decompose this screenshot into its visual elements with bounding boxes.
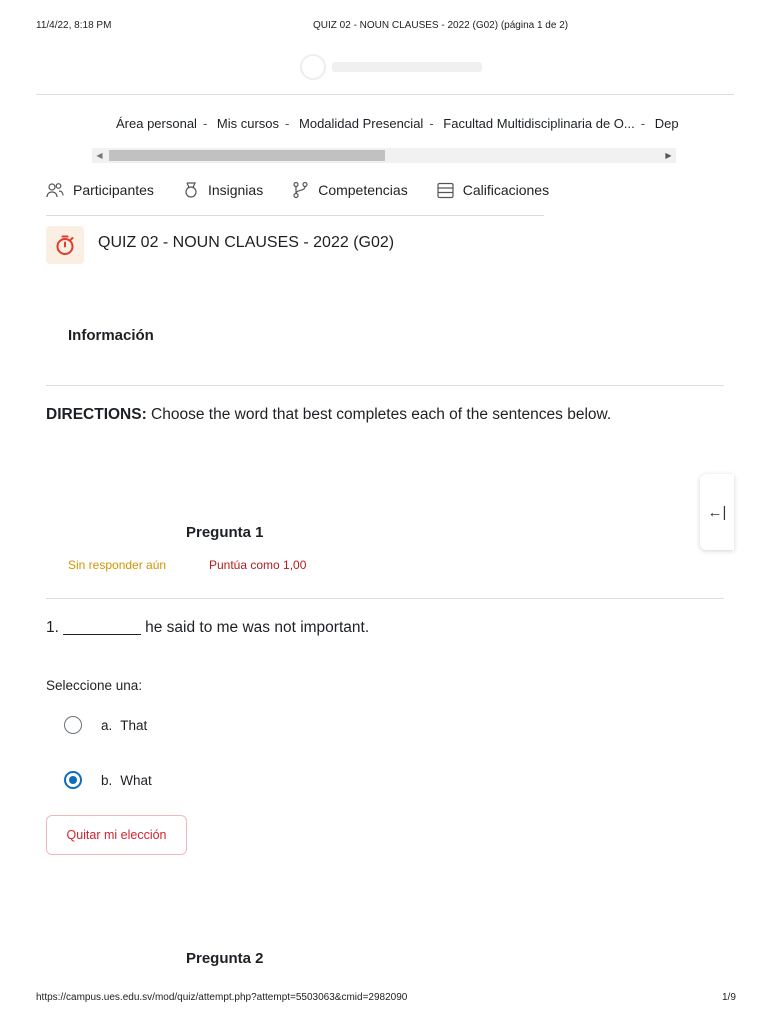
radio-option-a[interactable] bbox=[64, 716, 82, 734]
breadcrumb-item-area-personal[interactable]: Área personal bbox=[116, 116, 197, 131]
breadcrumb-separator: - bbox=[285, 116, 290, 131]
scrollbar-thumb[interactable] bbox=[109, 150, 385, 161]
print-url: https://campus.ues.edu.sv/mod/quiz/attem… bbox=[36, 992, 408, 1003]
directions-text: DIRECTIONS: Choose the word that best co… bbox=[46, 406, 611, 424]
nav-divider bbox=[46, 215, 544, 216]
logo-text bbox=[332, 62, 482, 72]
breadcrumb: Área personal - Mis cursos - Modalidad Pre… bbox=[116, 116, 678, 136]
option-letter: a. bbox=[101, 717, 113, 733]
nav-label: Participantes bbox=[73, 182, 154, 198]
info-heading: Información bbox=[68, 327, 154, 344]
breadcrumb-item-mis-cursos[interactable]: Mis cursos bbox=[217, 116, 279, 131]
nav-calificaciones[interactable]: Calificaciones bbox=[437, 182, 549, 199]
nav-label: Competencias bbox=[318, 182, 408, 198]
header-divider bbox=[36, 94, 734, 95]
competencies-icon bbox=[293, 181, 308, 199]
question-1-heading: Pregunta 1 bbox=[186, 524, 264, 541]
question-1-grade: Puntúa como 1,00 bbox=[209, 558, 307, 572]
drawer-toggle-icon: ←| bbox=[707, 503, 727, 521]
print-page-number: 1/9 bbox=[722, 992, 736, 1003]
breadcrumb-item-depto[interactable]: Depc bbox=[655, 116, 678, 131]
question-1-text: 1. _________ he said to me was not impor… bbox=[46, 619, 370, 636]
print-datetime: 11/4/22, 8:18 PM bbox=[36, 20, 112, 31]
breadcrumb-separator: - bbox=[640, 116, 646, 131]
logo-mark-icon bbox=[300, 54, 326, 80]
stopwatch-icon bbox=[56, 235, 74, 255]
radio-option-b[interactable] bbox=[64, 771, 82, 789]
answer-option-a[interactable]: a. That bbox=[64, 716, 147, 734]
breadcrumb-separator: - bbox=[429, 116, 434, 131]
option-label[interactable]: What bbox=[120, 773, 152, 788]
scroll-left-arrow-icon[interactable]: ◀ bbox=[92, 148, 107, 163]
directions-body: Choose the word that best completes each… bbox=[146, 406, 612, 423]
breadcrumb-item-facultad[interactable]: Facultad Multidisciplinaria de O... bbox=[443, 116, 634, 131]
nav-competencias[interactable]: Competencias bbox=[292, 181, 408, 199]
clear-choice-button[interactable]: Quitar mi elección bbox=[46, 815, 187, 855]
course-secondary-nav: Participantes Insignias Competencias Cal… bbox=[46, 178, 578, 202]
nav-insignias[interactable]: Insignias bbox=[183, 181, 263, 199]
page-title: QUIZ 02 - NOUN CLAUSES - 2022 (G02) bbox=[98, 234, 395, 251]
option-letter: b. bbox=[101, 772, 113, 788]
nav-label: Calificaciones bbox=[462, 182, 550, 198]
directions-label: DIRECTIONS: bbox=[46, 406, 147, 423]
question-1-status: Sin responder aún bbox=[68, 558, 167, 572]
open-drawer-button[interactable]: ←| bbox=[700, 474, 734, 550]
question-2-heading: Pregunta 2 bbox=[186, 950, 264, 967]
breadcrumb-scrollbar[interactable]: ◀ ▶ bbox=[92, 148, 676, 163]
print-doc-title: QUIZ 02 - NOUN CLAUSES - 2022 (G02) (pág… bbox=[313, 20, 569, 31]
answer-option-b[interactable]: b. What bbox=[64, 771, 152, 789]
nav-participantes[interactable]: Participantes bbox=[46, 181, 154, 199]
site-logo[interactable] bbox=[300, 50, 490, 84]
scroll-right-arrow-icon[interactable]: ▶ bbox=[661, 148, 676, 163]
select-one-prompt: Seleccione una: bbox=[46, 678, 143, 693]
badge-icon bbox=[185, 182, 197, 198]
option-label[interactable]: That bbox=[120, 718, 147, 733]
grades-icon bbox=[437, 182, 454, 198]
quiz-activity-icon bbox=[46, 226, 84, 264]
question-1-divider bbox=[46, 598, 724, 599]
breadcrumb-item-modalidad[interactable]: Modalidad Presencial bbox=[299, 116, 423, 131]
breadcrumb-separator: - bbox=[202, 116, 208, 131]
users-icon bbox=[46, 183, 64, 198]
nav-label: Insignias bbox=[207, 182, 264, 198]
info-divider bbox=[46, 385, 724, 386]
